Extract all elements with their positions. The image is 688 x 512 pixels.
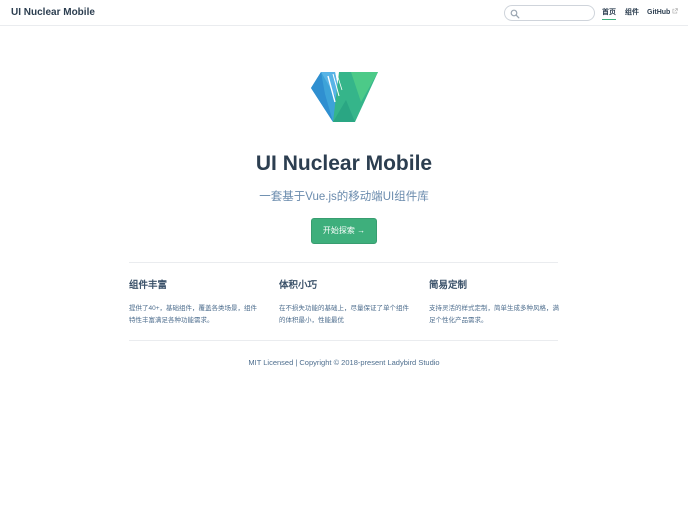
footer-copyright: MIT Licensed | Copyright © 2018-present … <box>248 358 440 367</box>
feature-details: 提供了40+，基础组件，覆盖各类场景，组件特性丰富满足各种功能需求。 <box>129 305 258 324</box>
nav-link-github-label: GitHub <box>647 9 671 16</box>
nav-link-github[interactable]: GitHub <box>647 7 679 19</box>
feature-details: 支持灵活的样式定制，简单生成多种风格，满足个性化产品需求。 <box>429 305 559 324</box>
hero-title: UI Nuclear Mobile <box>255 152 433 175</box>
features-top-divider <box>129 262 558 263</box>
search-icon <box>510 9 520 19</box>
v-logo <box>311 72 378 122</box>
feature-card: 组件丰富 提供了40+，基础组件，覆盖各类场景，组件特性丰富满足各种功能需求。 <box>129 280 259 327</box>
feature-title: 体积小巧 <box>279 280 318 291</box>
site-title[interactable]: UI Nuclear Mobile <box>11 6 95 20</box>
search-input[interactable] <box>521 7 591 19</box>
nav-link-home[interactable]: 首页 <box>602 7 616 20</box>
feature-details: 在不损失功能的基础上，尽量保证了单个组件的体积最小，性能最优 <box>279 305 409 324</box>
feature-card: 体积小巧 在不损失功能的基础上，尽量保证了单个组件的体积最小，性能最优 <box>279 280 409 327</box>
search-box[interactable] <box>504 5 595 21</box>
feature-card: 简易定制 支持灵活的样式定制，简单生成多种风格，满足个性化产品需求。 <box>429 280 559 327</box>
external-link-icon <box>672 8 679 14</box>
start-explore-button[interactable]: 开始探索 → <box>311 218 377 244</box>
navbar: UI Nuclear Mobile 首页 组件 GitHub <box>0 0 688 26</box>
feature-title: 组件丰富 <box>129 280 168 291</box>
feature-title: 简易定制 <box>429 280 468 291</box>
nav-link-components[interactable]: 组件 <box>625 7 639 19</box>
hero-description: 一套基于Vue.js的移动端UI组件库 <box>259 191 429 203</box>
footer-divider <box>129 340 558 341</box>
